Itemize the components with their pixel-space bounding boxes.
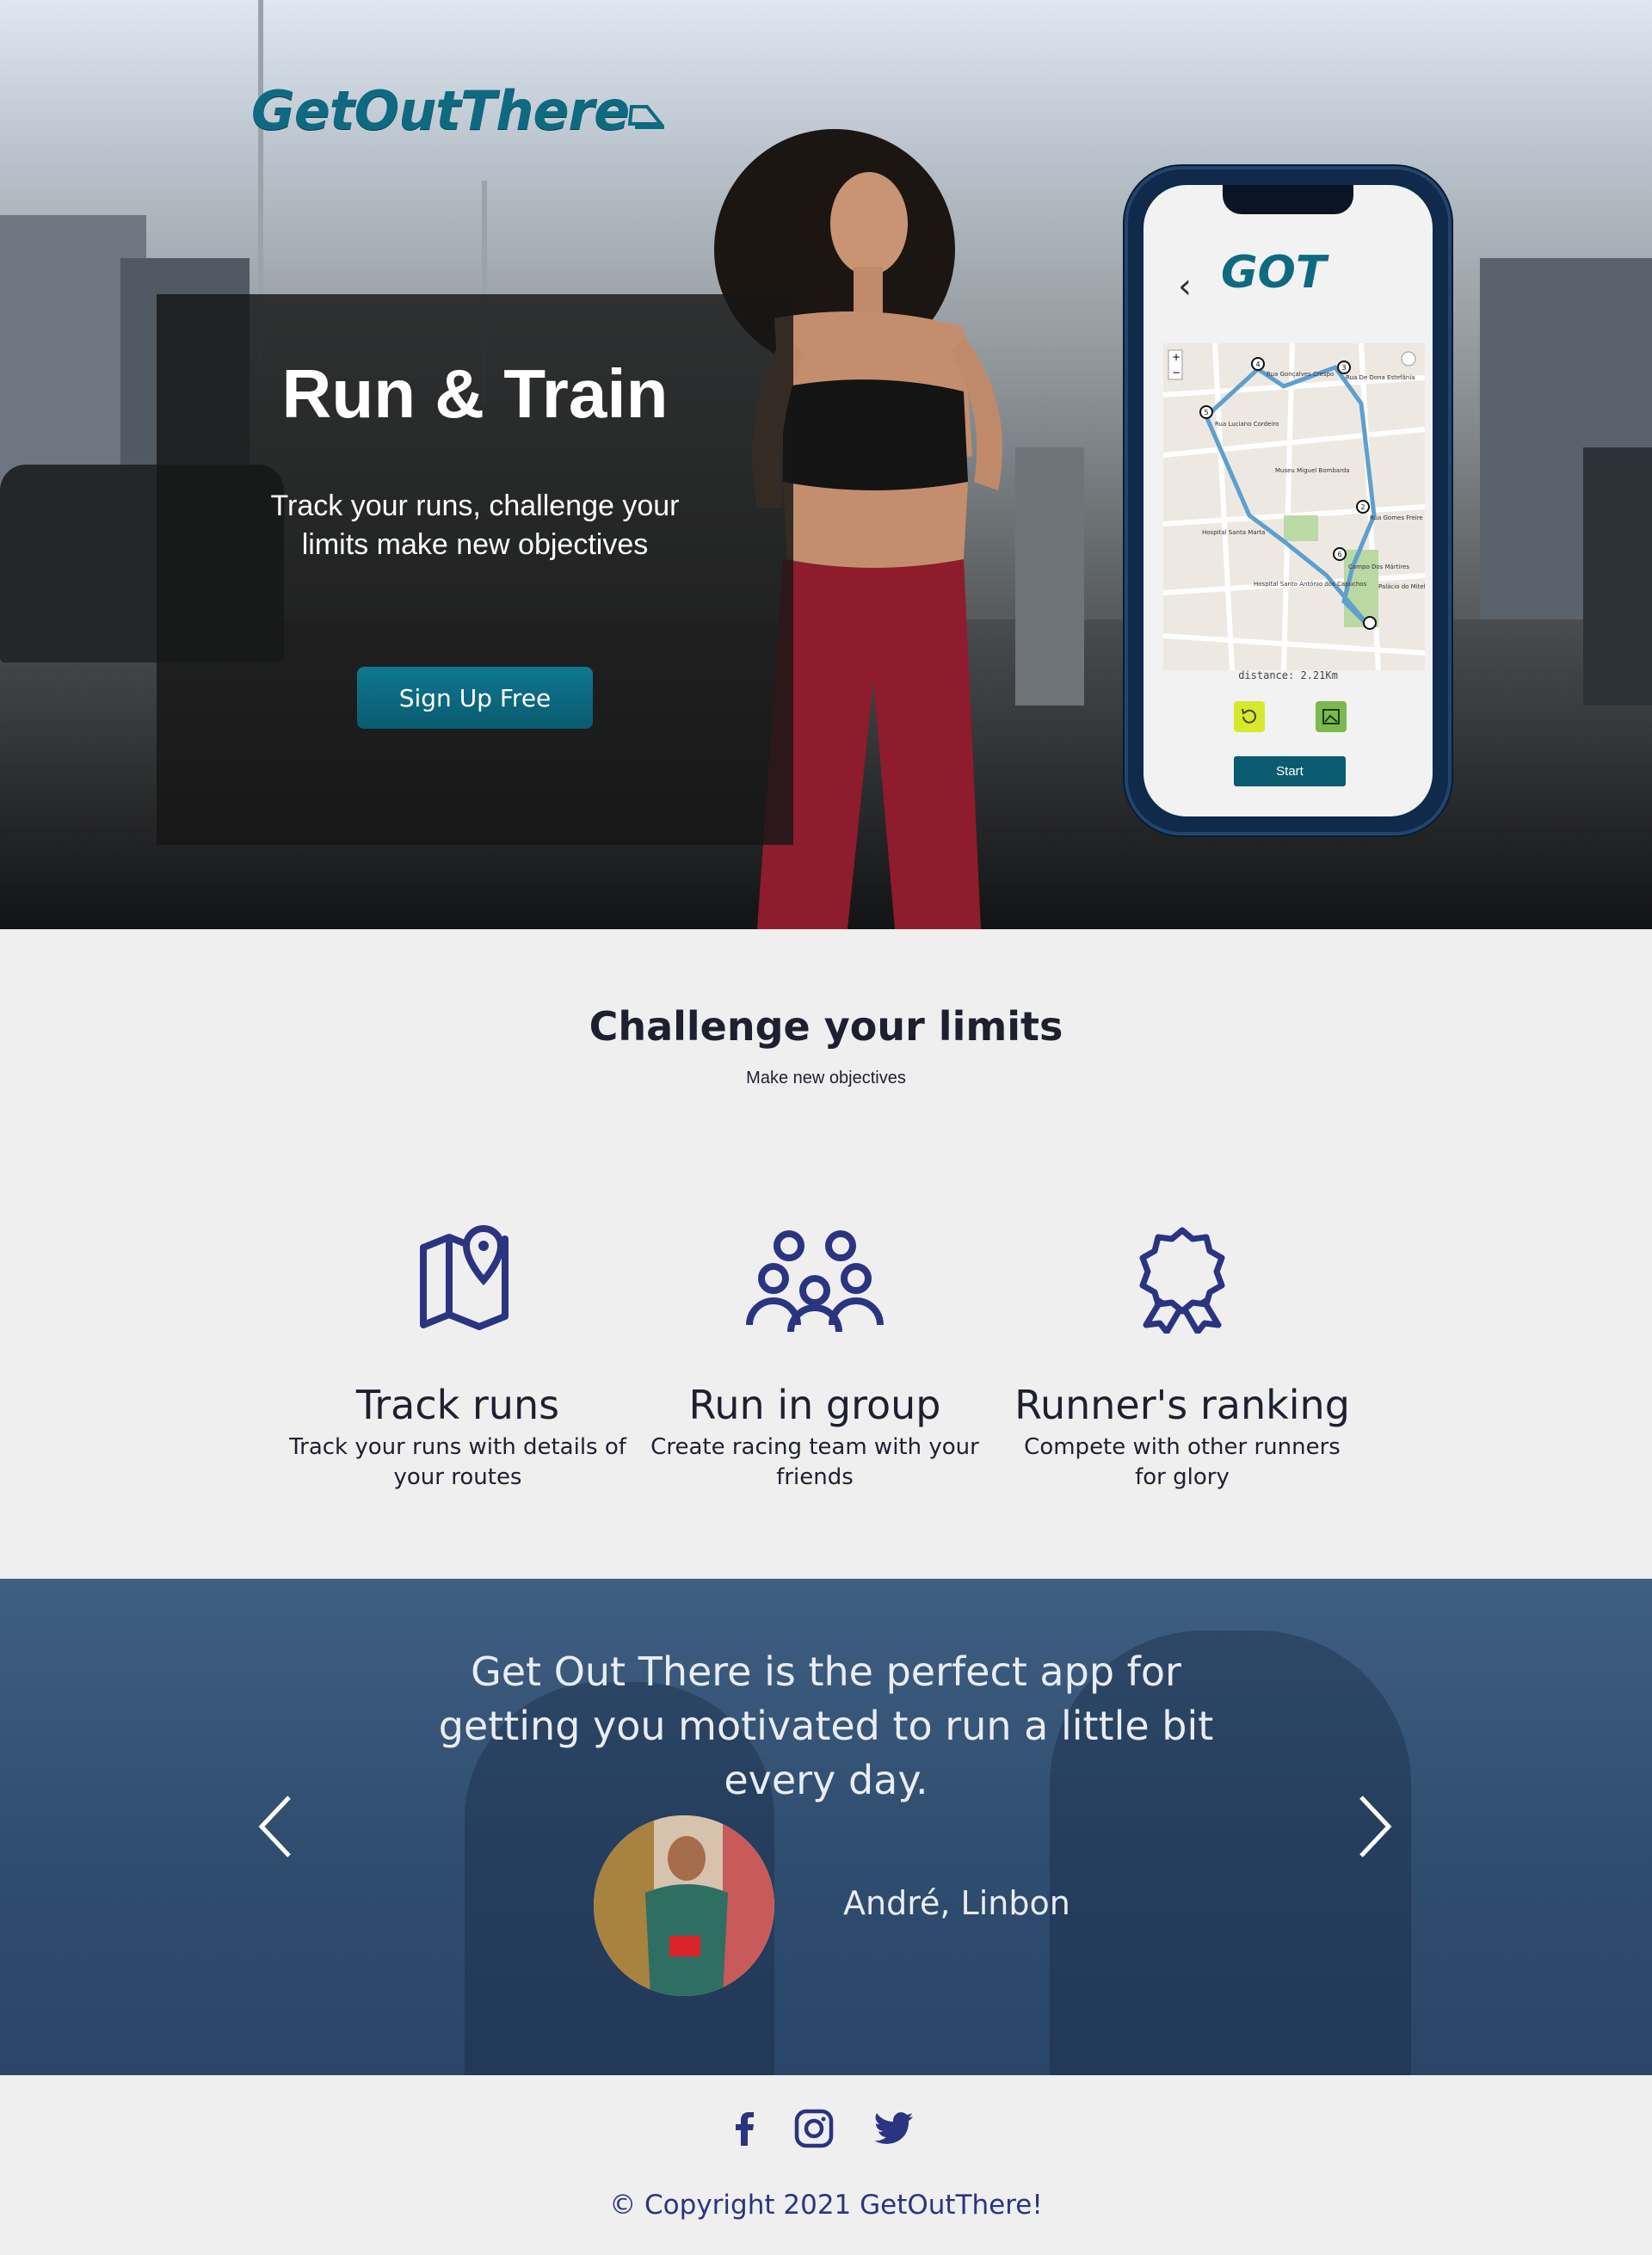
testimonial-quote: Get Out There is the perfect app for get… bbox=[438, 1648, 1214, 1803]
award-ribbon-icon bbox=[1139, 1227, 1225, 1334]
pedestrian bbox=[1015, 447, 1084, 705]
twitter-icon[interactable] bbox=[872, 2106, 917, 2151]
feature-title: Track runs bbox=[355, 1382, 560, 1428]
map-canvas: 5 4 3 2 6 Rua Gonçalves Crespo Rua De Dona … bbox=[1163, 343, 1425, 670]
svg-text:Rua Luciano Cordeiro: Rua Luciano Cordeiro bbox=[1215, 421, 1279, 428]
distance-readout: distance: 2.21Km bbox=[1238, 669, 1338, 681]
chevron-left-icon[interactable]: ‹ bbox=[1178, 267, 1192, 306]
svg-text:3: 3 bbox=[1341, 364, 1346, 372]
svg-text:Palácio do Mitelo: Palácio do Mitelo bbox=[1378, 583, 1425, 590]
copyright-text: © Copyright 2021 GetOutThere! bbox=[609, 2190, 1043, 2221]
phone-screen: ‹ GOT 5 4 3 2 6 Rua Gonçalves Crespo Rua… bbox=[1143, 185, 1433, 816]
svg-text:5: 5 bbox=[1204, 409, 1208, 416]
testimonial-author: André, Linbon bbox=[843, 1884, 1070, 1922]
feature-title: Run in group bbox=[688, 1382, 941, 1428]
speed-lines-icon bbox=[627, 105, 665, 129]
route-map[interactable]: 5 4 3 2 6 Rua Gonçalves Crespo Rua De Dona … bbox=[1163, 343, 1425, 670]
signup-button[interactable]: Sign Up Free bbox=[357, 667, 593, 729]
feature-desc: Track your runs with details of your rou… bbox=[289, 1434, 626, 1490]
map-pin-icon bbox=[420, 1224, 509, 1330]
feature-runners-ranking: Runner's ranking Compete with other runn… bbox=[1010, 1222, 1354, 1490]
facebook-icon[interactable] bbox=[723, 2106, 767, 2151]
svg-text:Rua Gonçalves Crespo: Rua Gonçalves Crespo bbox=[1267, 371, 1334, 378]
svg-text:Rua Gomes Freire: Rua Gomes Freire bbox=[1370, 514, 1423, 521]
svg-text:Rua De Dona Estefânia: Rua De Dona Estefânia bbox=[1346, 374, 1415, 381]
phone-mockup: ‹ GOT 5 4 3 2 6 Rua Gonçalves Crespo Rua… bbox=[1125, 166, 1452, 835]
chevron-left-icon[interactable] bbox=[255, 1794, 296, 1859]
svg-text:−: − bbox=[1172, 367, 1180, 379]
svg-text:2: 2 bbox=[1360, 503, 1365, 511]
group-icon bbox=[746, 1230, 884, 1333]
svg-text:4: 4 bbox=[1255, 360, 1260, 368]
pedestrian bbox=[1583, 447, 1652, 705]
phone-notch bbox=[1223, 185, 1353, 214]
features-title: Challenge your limits bbox=[589, 1003, 1063, 1050]
hero-subtitle: Track your runs, challenge your limits m… bbox=[270, 490, 680, 561]
app-logo: GOT bbox=[1221, 247, 1327, 299]
svg-text:Hospital Santo António dos Cap: Hospital Santo António dos Capuchos bbox=[1254, 581, 1367, 588]
svg-text:+: + bbox=[1172, 351, 1180, 363]
refresh-icon bbox=[1242, 708, 1256, 724]
feature-run-in-group: Run in group Create racing team with you… bbox=[643, 1222, 987, 1490]
hero-title: Run & Train bbox=[281, 355, 669, 432]
svg-text:Hospital Santa Marta: Hospital Santa Marta bbox=[1202, 529, 1265, 536]
features-subtitle: Make new objectives bbox=[746, 1069, 906, 1087]
feature-track-runs: Track runs Track your runs with details … bbox=[286, 1222, 630, 1490]
reset-route-button[interactable] bbox=[1234, 701, 1265, 732]
svg-text:Campo Dos Mártires: Campo Dos Mártires bbox=[1348, 564, 1409, 570]
instagram-icon[interactable] bbox=[792, 2106, 836, 2151]
svg-text:6: 6 bbox=[1337, 551, 1341, 558]
start-button[interactable]: Start bbox=[1234, 756, 1346, 786]
footer bbox=[0, 2075, 1652, 2255]
hero-section: GetOutThere Run & Train Track your runs,… bbox=[0, 0, 1652, 929]
avatar-image bbox=[594, 1815, 774, 1996]
map-image-button[interactable] bbox=[1316, 701, 1347, 732]
brand-logo[interactable]: GetOutThere bbox=[251, 79, 630, 142]
avatar bbox=[594, 1815, 774, 1996]
chevron-right-icon[interactable] bbox=[1354, 1794, 1396, 1859]
feature-desc: Create racing team with your friends bbox=[650, 1434, 979, 1490]
image-icon bbox=[1322, 709, 1340, 724]
feature-title: Runner's ranking bbox=[1014, 1382, 1350, 1428]
svg-text:Museu Miguel Bombarda: Museu Miguel Bombarda bbox=[1275, 467, 1350, 474]
feature-desc: Compete with other runners for glory bbox=[1024, 1434, 1341, 1490]
